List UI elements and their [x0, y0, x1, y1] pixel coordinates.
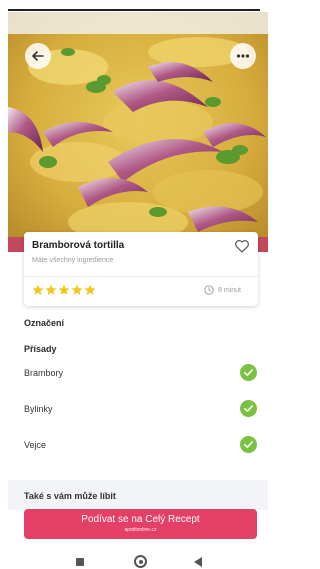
star-icon	[32, 284, 44, 295]
labels-heading: Označení	[24, 318, 65, 328]
recommendations-section: Také s vám může líbit	[8, 480, 268, 510]
clock-icon	[204, 285, 214, 295]
check-circle-icon	[240, 400, 257, 417]
star-icon	[84, 284, 96, 295]
ingredient-row: Vejce	[24, 436, 258, 456]
square-icon[interactable]	[76, 558, 84, 566]
status-strip	[0, 0, 268, 12]
cook-time: 8 minut	[204, 285, 241, 295]
recipe-card: Bramborová tortilla Máte všechny ingredi…	[24, 232, 258, 306]
ingredient-name: Bylinky	[24, 404, 53, 414]
heart-outline-icon[interactable]	[234, 238, 250, 254]
back-button[interactable]	[25, 43, 51, 69]
check-circle-icon	[240, 436, 257, 453]
more-dots-icon	[236, 54, 250, 58]
ingredient-name: Brambory	[24, 368, 64, 378]
more-options-button[interactable]	[230, 43, 256, 69]
ingredient-row: Brambory	[24, 364, 258, 384]
view-full-recipe-label: Podívat se na Celý Recept	[81, 514, 200, 525]
arrow-left-icon	[32, 51, 44, 61]
ingredient-row: Bylinky	[24, 400, 258, 420]
rating-stars	[32, 284, 96, 296]
view-full-recipe-button[interactable]: Podívat se na Celý Recept apetitonline.c…	[24, 509, 257, 539]
recipe-source: apetitonline.cz	[124, 527, 157, 533]
star-icon	[58, 284, 70, 295]
ingredients-heading: Přísady	[24, 344, 57, 354]
cook-time-label: 8 minut	[218, 286, 241, 294]
ingredients-status: Máte všechny ingredience	[32, 257, 114, 264]
circle-icon[interactable]	[134, 555, 147, 568]
star-icon	[45, 284, 57, 295]
check-circle-icon	[240, 364, 257, 381]
triangle-back-icon[interactable]	[194, 557, 202, 567]
system-nav-bar	[0, 550, 268, 569]
recommendations-heading: Také s vám může líbit	[24, 491, 116, 501]
card-divider	[24, 276, 258, 277]
ingredient-name: Vejce	[24, 440, 47, 450]
star-icon	[71, 284, 83, 295]
recipe-title: Bramborová tortilla	[32, 240, 125, 251]
